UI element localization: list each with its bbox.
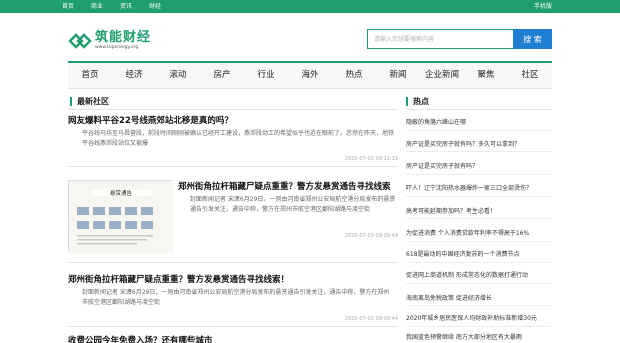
top-bar: 首页 商业 资讯 财经 手机版 <box>0 0 620 13</box>
article-title-2[interactable]: 郑州街角拉杆箱藏尸疑点重重？警方发悬赏通告寻找线索 <box>178 180 398 192</box>
nav-company-news[interactable]: 企业新闻 <box>420 63 464 88</box>
search-input[interactable] <box>367 29 513 49</box>
article-desc-3: 封面新闻记者 宋潇6月29日，一则由河南省郑州公安局航空港分局发布的悬赏通告引发… <box>82 289 390 306</box>
logo-name: 筑能财经 <box>95 30 152 45</box>
article-title-3[interactable]: 郑州街角拉杆箱藏尸疑点重重？警方发悬赏通告寻找线索！ <box>68 273 398 285</box>
hot-item-10[interactable]: 2020年城乡居民医保人均财政补助标准新增30元 <box>406 313 552 322</box>
hot-section-title: 热点 <box>406 97 429 106</box>
article-divider-2 <box>68 262 398 263</box>
hot-item-2[interactable]: 房产证是买完房子就有吗？多久可以拿到？ <box>406 139 552 148</box>
hot-item-9[interactable]: 海南离岛免税政策 促进经济增长 <box>406 293 552 302</box>
hot-separator <box>406 283 552 284</box>
search-button[interactable]: 搜 索 <box>513 29 552 49</box>
hot-divider <box>406 109 552 110</box>
nav-home[interactable]: 首页 <box>68 63 112 88</box>
top-nav-finance[interactable]: 财经 <box>149 0 161 13</box>
hot-separator <box>406 241 552 242</box>
article-title-4[interactable]: 收费公园今年免费入场？还有哪些城市 <box>68 334 398 343</box>
hot-separator <box>406 130 552 131</box>
site-logo[interactable]: 筑能财经 www.topenergy.org <box>68 31 151 51</box>
article-divider-3 <box>68 326 398 327</box>
logo-icon <box>68 33 92 49</box>
top-nav-home[interactable]: 首页 <box>62 0 74 13</box>
hot-item-7[interactable]: 618是最动的中国经济复苏的一个消费节点 <box>406 249 552 258</box>
top-nav-business[interactable]: 商业 <box>91 0 103 13</box>
hot-item-8[interactable]: 促进网上商道机制 形成常态化的数据打通行动 <box>406 270 552 279</box>
hot-item-6[interactable]: 为促进消费 个人消费贷款年利率不得高于16% <box>406 228 552 237</box>
nav-news[interactable]: 新闻 <box>376 63 420 88</box>
hot-item-1[interactable]: 隐蔽的角落六峰山在哪 <box>406 117 552 126</box>
nav-economy[interactable]: 经济 <box>112 63 156 88</box>
top-nav: 首页 商业 资讯 财经 <box>62 0 178 13</box>
hot-separator <box>406 218 552 219</box>
main-nav: 首页 经济 滚动 房产 行业 海外 热点 新闻 企业新闻 聚焦 社区 <box>68 61 552 89</box>
nav-community[interactable]: 社区 <box>508 63 552 88</box>
latest-section-title: 最新社区 <box>70 97 109 106</box>
hot-item-3[interactable]: 房产证是买完房子就有吗？ <box>406 161 552 170</box>
article-title-1[interactable]: 网友爆料平谷22号线燕郊站北移是真的吗？ <box>68 114 398 126</box>
hot-item-11[interactable]: 我国蓝色预警继续 南方大部分地区有大暴雨 <box>406 332 552 341</box>
top-nav-news[interactable]: 资讯 <box>120 0 132 13</box>
hot-separator <box>406 151 552 152</box>
logo-url: www.topenergy.org <box>95 45 139 50</box>
thumbnail-caption: 悬赏通告 <box>109 191 132 197</box>
article-divider-1 <box>68 166 398 167</box>
nav-rolling[interactable]: 滚动 <box>156 63 200 88</box>
nav-industry[interactable]: 行业 <box>244 63 288 88</box>
nav-overseas[interactable]: 海外 <box>288 63 332 88</box>
hot-separator <box>406 326 552 327</box>
latest-divider <box>68 109 398 110</box>
nav-hot[interactable]: 热点 <box>332 63 376 88</box>
article-time-2: 2020-07-03 09:09:44 <box>344 233 398 239</box>
search-box: 搜 索 <box>367 29 552 49</box>
article-desc-2: 封面新闻记者 宋潇6月29日，一则由河南省郑州公安局航空港分局发布的悬赏通告引发… <box>190 196 396 213</box>
hot-item-5[interactable]: 高考可能延期参加吗？考生必看！ <box>406 206 552 215</box>
article-thumbnail[interactable]: 悬赏通告 <box>68 180 173 253</box>
hot-separator <box>406 174 552 175</box>
nav-focus[interactable]: 聚焦 <box>464 63 508 88</box>
article-time-3: 2020-07-03 09:09:44 <box>344 316 398 322</box>
article-desc-1: 平谷线马坊至马昌营段，前段时间刚刚被确认已经开工建设，燕郊段动工的希望似乎也近在… <box>82 130 395 147</box>
hot-separator <box>406 305 552 306</box>
article-time-1: 2020-07-03 09:12:19 <box>344 156 398 162</box>
nav-realestate[interactable]: 房产 <box>200 63 244 88</box>
mobile-version-link[interactable]: 手机版 <box>534 0 552 13</box>
hot-item-4[interactable]: 吓人！辽宁沈阳热水器爆炸一家三口全部烫伤？ <box>406 183 552 192</box>
header: 筑能财经 www.topenergy.org 搜 索 <box>0 13 620 61</box>
hot-separator <box>406 262 552 263</box>
hot-separator <box>406 196 552 197</box>
